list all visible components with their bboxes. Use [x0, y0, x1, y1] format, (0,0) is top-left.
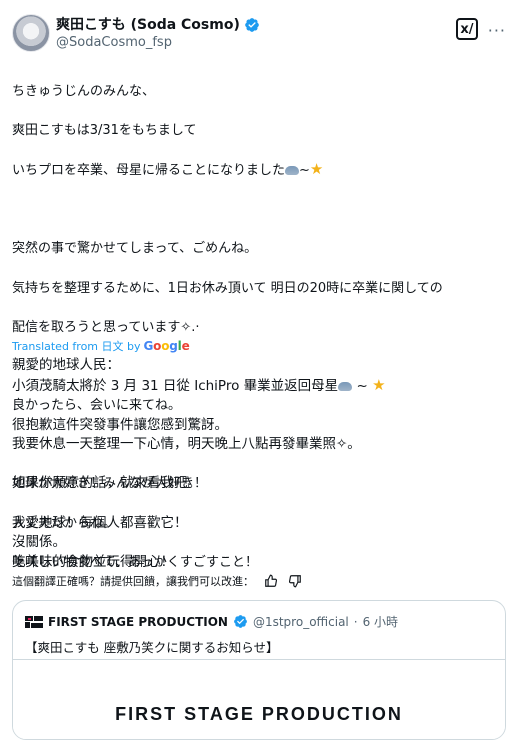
quoted-separator: ·: [353, 614, 358, 629]
author-handle[interactable]: @SodaCosmo_fsp: [56, 35, 172, 50]
tweet-header: 爽田こすも (Soda Cosmo) @SodaCosmo_fsp x/ ···: [12, 12, 506, 56]
quoted-tweet-text: 【爽田こすも 座敷乃笑クに関するお知らせ】: [25, 640, 279, 655]
star-icon: ★: [309, 159, 324, 178]
translation-line-text: 小須茂騎太將於 3 月 31 日從 IchiPro 畢業並返回母星: [12, 377, 339, 394]
author-name-row[interactable]: 爽田こすも (Soda Cosmo): [56, 16, 260, 34]
star-icon: ★: [372, 375, 386, 394]
verified-badge-icon: [234, 615, 247, 628]
more-options-button[interactable]: ···: [488, 21, 506, 40]
ufo-icon: [338, 381, 353, 391]
quoted-image-title: FIRST STAGE PRODUCTION: [115, 704, 403, 724]
tilde-text: ~: [299, 162, 310, 178]
translation-line: 沒關係。: [12, 534, 66, 551]
thumbs-down-icon[interactable]: [288, 574, 302, 588]
translation-line: [12, 494, 506, 514]
tweet-line: [12, 200, 506, 220]
translation-line: 我要休息一天整理一下心情，明天晚上八點再發畢業照✧。: [12, 436, 361, 453]
tweet-line: 爽田こすもは3/31をもちまして: [12, 122, 197, 138]
quoted-author-handle: @1stpro_official: [252, 614, 349, 629]
google-letter: G: [143, 339, 154, 353]
tweet-line: 突然の事で驚かせてしまって、ごめんね。: [12, 241, 258, 257]
google-logo: Google: [144, 339, 190, 353]
quoted-tweet[interactable]: FIRST STAGE PRODUCTION @1stpro_official …: [12, 600, 506, 740]
tweet-line: ちきゅうじんのみんな、: [12, 83, 156, 99]
author-name[interactable]: 爽田こすも (Soda Cosmo): [56, 16, 240, 34]
grok-button[interactable]: x/: [456, 18, 478, 40]
translated-by-link[interactable]: Translated from 日文 by Google: [12, 338, 190, 354]
translation-line: 吃美味的食物並玩得開心！: [12, 553, 174, 570]
sparkle-icon: ✧.·: [180, 319, 200, 335]
tilde-text: ~: [352, 377, 373, 394]
google-letter: o: [153, 339, 162, 353]
translation-line: 很抱歉這件突發事件讓您感到驚訝。: [12, 416, 228, 433]
tweet-line-text: 配信を取ろうと思っています: [12, 319, 181, 335]
translation-text: 親愛的地球人民： 小須茂騎太將於 3 月 31 日從 IchiPro 畢業並返回…: [12, 356, 506, 572]
translation-feedback: 這個翻譯正確嗎？請提供回饋，讓我們可以改進：: [12, 573, 302, 589]
quoted-tweet-header: FIRST STAGE PRODUCTION @1stpro_official …: [25, 613, 398, 630]
thumbs-up-icon[interactable]: [264, 574, 278, 588]
first-stage-logo-icon: [25, 615, 43, 628]
verified-badge-icon: [245, 18, 259, 32]
translation-line: 如果你願意的話，就來看我吧。: [12, 475, 201, 492]
feedback-prompt: 這個翻譯正確嗎？請提供回饋，讓我們可以改進：: [12, 575, 254, 588]
translation-line: [12, 455, 506, 475]
translation-line: 小須茂騎太將於 3 月 31 日從 IchiPro 畢業並返回母星 ~ ★: [12, 376, 506, 396]
tweet-line: いちプロを卒業、母星に帰ることになりました ~★: [12, 160, 506, 181]
tweet-line: 配信を取ろうと思っています✧.·: [12, 318, 506, 338]
quoted-tweet-image[interactable]: FIRST STAGE PRODUCTION: [13, 659, 505, 739]
translated-label: Translated from 日文 by: [12, 340, 141, 353]
ufo-icon: [285, 165, 300, 175]
translation-line: 我愛地球！每個人都喜歡它！: [12, 514, 188, 531]
quoted-timestamp: 6 小時: [362, 615, 399, 629]
quoted-author-name: FIRST STAGE PRODUCTION: [48, 614, 228, 629]
translation-line: 親愛的地球人民：: [12, 357, 120, 373]
google-letter: g: [169, 339, 178, 353]
translation-line: [12, 396, 506, 416]
avatar[interactable]: [12, 14, 50, 52]
tweet-line: 気持ちを整理するために、1日お休み頂いて 明日の20時に卒業に関しての: [12, 280, 443, 296]
google-letter: e: [181, 339, 190, 353]
tweet-line-text: いちプロを卒業、母星に帰ることになりました: [12, 162, 286, 178]
